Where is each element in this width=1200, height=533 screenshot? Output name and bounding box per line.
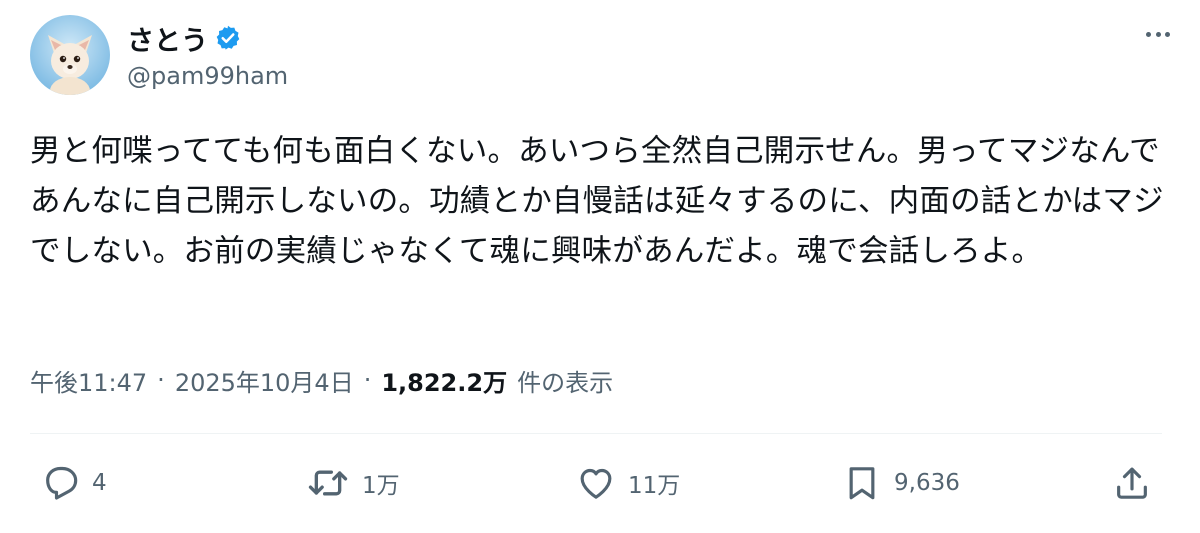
display-name[interactable]: さとう [127,19,208,58]
bookmark-count: 9,636 [894,470,960,496]
more-dot [1155,31,1161,37]
repost-icon [306,463,350,503]
avatar[interactable] [30,15,110,95]
reply-count: 4 [92,470,107,496]
tweet: さとう @pam99ham 男と何喋ってても何も面白くない。あいつら全然自己開示… [0,0,1200,533]
meta-separator: · [157,366,165,394]
like-count: 11万 [628,473,681,499]
share-button[interactable] [1112,458,1152,508]
views-count[interactable]: 1,822.2万 [381,363,507,398]
reply-button[interactable]: 4 [40,458,107,508]
divider [30,433,1162,434]
like-button[interactable]: 11万 [576,458,680,508]
more-options-icon[interactable] [1146,22,1170,46]
bookmark-button[interactable]: 9,636 [842,458,960,508]
reply-icon [40,463,80,503]
repost-count: 1万 [362,473,400,499]
verified-badge-icon[interactable] [214,24,242,52]
avatar-chihuahua-image [30,15,110,95]
meta-separator: · [363,366,372,394]
more-dot [1165,31,1170,37]
bookmark-icon [842,463,882,503]
tweet-text: 男と何喋ってても何も面白くない。あいつら全然自己開示せん。男ってマジなんであんな… [30,134,1164,269]
tweet-time[interactable]: 午後11:47 [30,363,147,398]
more-dot [1146,31,1151,37]
tweet-date[interactable]: 2025年10月4日 [175,363,354,398]
display-name-row: さとう [127,18,242,58]
action-bar: 4 1万 11万 9,636 [30,458,1162,508]
tweet-meta: 午後11:47 · 2025年10月4日 · 1,822.2万 件の表示 [30,360,613,400]
user-handle[interactable]: @pam99ham [127,62,288,90]
views-label: 件の表示 [517,368,614,397]
heart-icon [576,463,616,503]
share-icon [1112,463,1152,503]
repost-button[interactable]: 1万 [306,458,400,508]
